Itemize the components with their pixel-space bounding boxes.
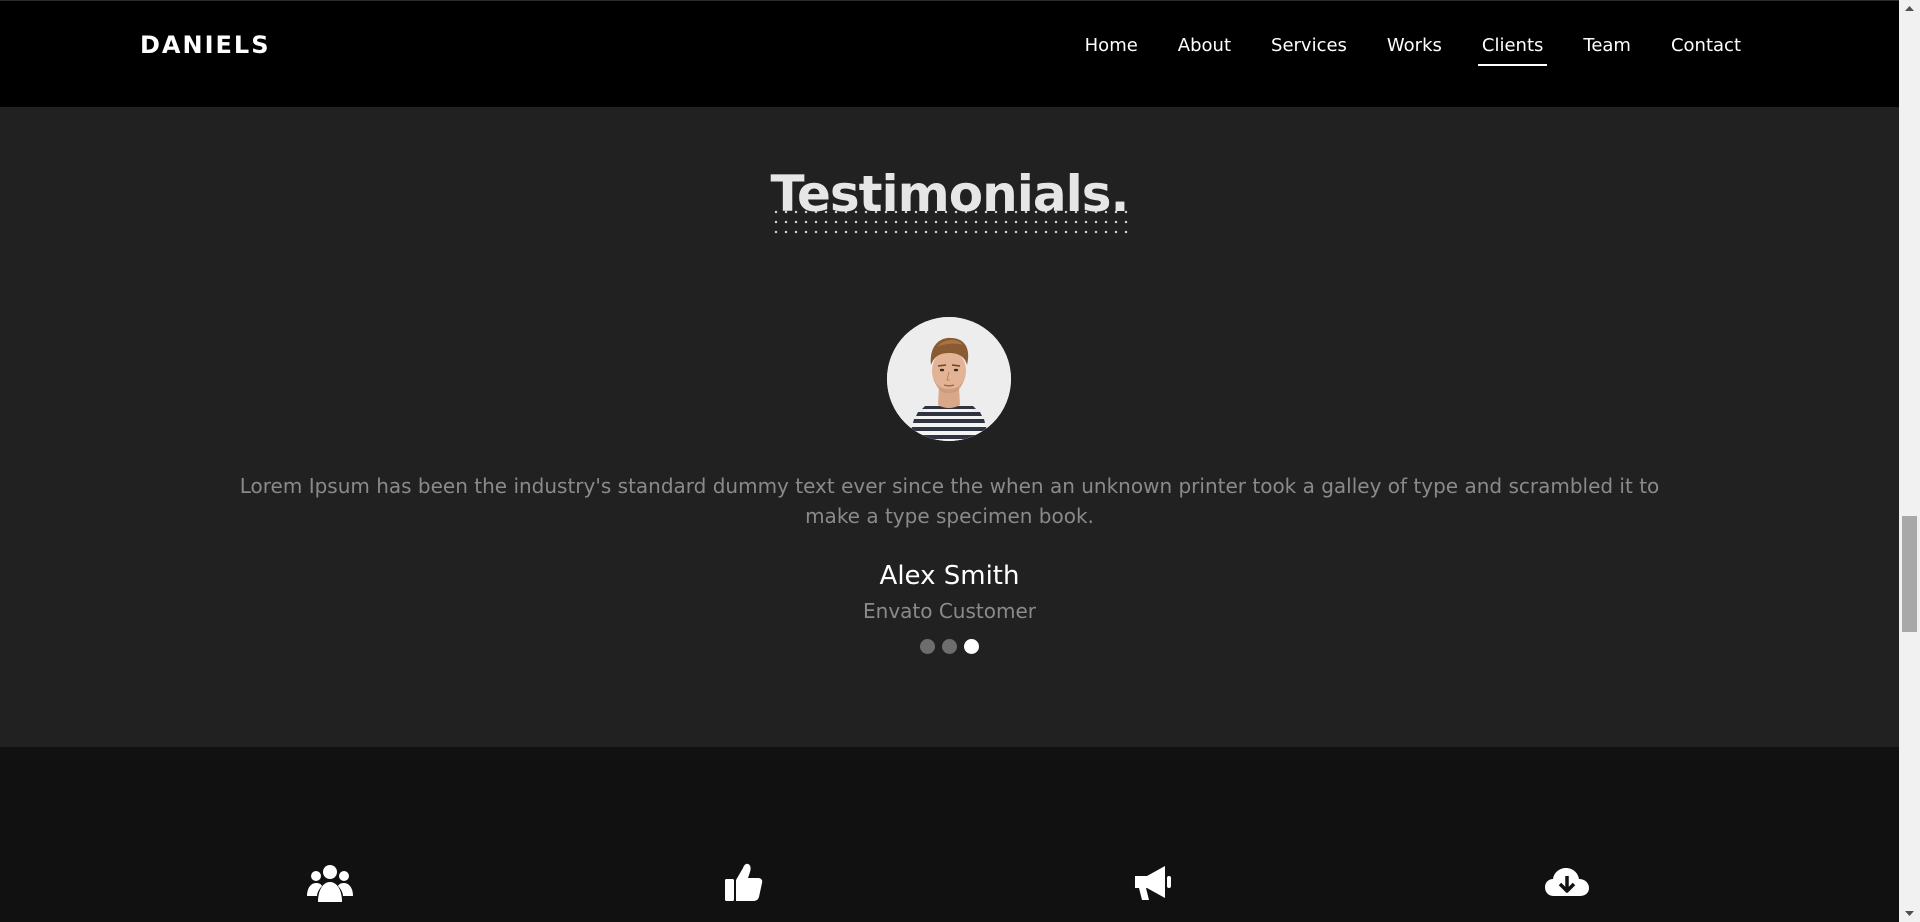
section-heading: Testimonials. (770, 165, 1130, 223)
testimonial-author-name: Alex Smith (879, 561, 1020, 591)
thumbs-up-icon (725, 863, 763, 901)
nav-item-clients[interactable]: Clients (1477, 35, 1547, 66)
page: DANIELS Home About Services Works Client… (0, 0, 1899, 922)
carousel-dot-3[interactable] (964, 639, 979, 654)
brand-logo[interactable]: DANIELS (140, 31, 270, 59)
testimonials-section: Testimonials. Lorem Ipsum has been the i… (0, 107, 1899, 747)
nav-item-works[interactable]: Works (1387, 35, 1442, 66)
testimonial-author-role: Envato Customer (863, 599, 1036, 623)
carousel-dot-1[interactable] (920, 639, 935, 654)
vertical-scrollbar[interactable] (1899, 0, 1920, 922)
testimonial-quote: Lorem Ipsum has been the industry's stan… (239, 474, 1660, 528)
megaphone-icon (1135, 866, 1171, 900)
avatar (887, 317, 1011, 441)
scrollbar-thumb[interactable] (1902, 516, 1917, 632)
section-title: Testimonials. (0, 165, 1899, 237)
nav-item-home[interactable]: Home (1085, 35, 1138, 66)
main-nav: Home About Services Works Clients Team C… (1045, 35, 1741, 66)
nav-item-services[interactable]: Services (1271, 35, 1347, 66)
nav-item-contact[interactable]: Contact (1671, 35, 1741, 66)
avatar-portrait-image (887, 317, 1011, 441)
carousel-dot-2[interactable] (942, 639, 957, 654)
navbar: DANIELS Home About Services Works Client… (0, 0, 1899, 91)
nav-item-team[interactable]: Team (1583, 35, 1631, 66)
scroll-up-arrow-icon[interactable] (1899, 0, 1920, 17)
scroll-down-arrow-icon[interactable] (1899, 905, 1920, 922)
carousel-pagination (0, 639, 1899, 654)
cloud-download-icon (1545, 868, 1589, 896)
users-icon (307, 865, 353, 902)
nav-item-about[interactable]: About (1178, 35, 1231, 66)
features-section (0, 747, 1899, 922)
